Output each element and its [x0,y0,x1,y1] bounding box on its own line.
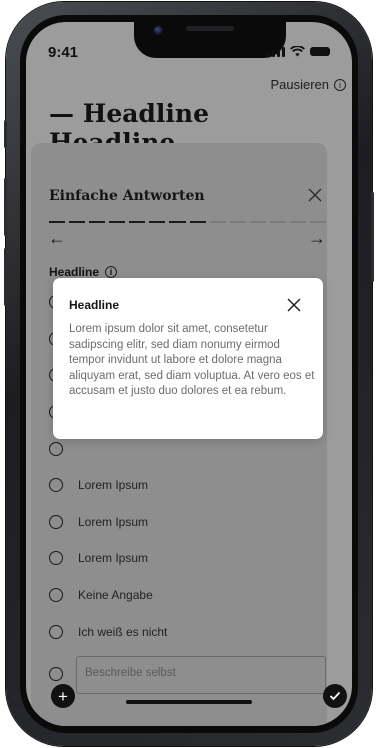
battery-icon [310,47,330,56]
close-icon[interactable] [306,186,324,204]
progress-segment [229,221,246,223]
progress-segment [109,221,126,223]
progress-segment [129,221,146,223]
popup-body: Lorem ipsum dolor sit amet, consetetur s… [69,323,315,397]
progress-segment [189,221,206,223]
done-button[interactable] [323,684,347,708]
describe-input[interactable]: Beschreibe selbst [76,656,326,694]
power-button [371,192,374,282]
radio-hidden-5[interactable] [49,442,63,456]
progress-segment [209,221,226,223]
progress-segment [269,221,286,223]
info-icon: i [334,78,346,91]
radio-button[interactable] [49,478,63,492]
progress-segment [149,221,166,223]
progress-segment [169,221,186,223]
status-icons [267,46,330,57]
option-label: Lorem Ipsum [78,478,149,492]
list-item-option[interactable]: Lorem Ipsum [49,515,148,529]
forward-arrow-icon[interactable]: → [308,228,326,249]
progress-segment [89,221,106,223]
volume-down-button [4,248,7,306]
camera-icon [154,26,163,35]
popup-title: Headline [69,298,120,312]
screen: 9:41 Pausieren i — Headline Headline Ein… [26,22,352,726]
list-item-option[interactable]: Ich weiß es nicht [49,625,167,639]
info-icon[interactable]: i [105,266,118,278]
option-label: Keine Angabe [78,588,153,602]
question-title: Einfache Antworten [49,188,205,204]
list-item-option[interactable]: Keine Angabe [49,588,153,602]
info-popup: Headline Lorem ipsum dolor sit amet, con… [53,278,323,439]
volume-up-button [4,178,7,236]
speaker [186,26,234,31]
radio-button[interactable] [49,551,63,565]
back-arrow-icon[interactable]: ← [48,228,66,249]
notch [134,22,286,58]
question-headline: Headline i [49,265,118,279]
phone-frame: 9:41 Pausieren i — Headline Headline Ein… [4,2,374,746]
option-label: Ich weiß es nicht [78,625,168,639]
plus-icon: + [58,686,68,706]
home-indicator[interactable] [126,700,252,704]
pause-label: Pausieren [270,77,329,92]
progress-segment [310,221,327,223]
radio-describe[interactable] [49,667,63,681]
status-time: 9:41 [48,44,79,61]
radio-button[interactable] [49,588,63,602]
progress-bar [49,221,327,223]
progress-segment [69,221,86,223]
mute-switch [4,120,7,148]
add-button[interactable]: + [51,684,75,708]
pause-button[interactable]: Pausieren i [270,77,346,92]
progress-segment [249,221,266,223]
radio-button[interactable] [49,515,63,529]
question-headline-label: Headline [49,265,100,279]
close-icon[interactable] [287,298,301,312]
option-label: Lorem Ipsum [78,551,149,565]
radio-button[interactable] [49,625,63,639]
wifi-icon [290,46,305,57]
signal-icon [267,46,285,57]
option-label: Lorem Ipsum [78,515,149,529]
check-icon [329,691,341,701]
progress-segment [289,221,307,223]
list-item-option[interactable]: Lorem Ipsum [49,551,148,565]
progress-segment [49,221,66,223]
list-item-option[interactable]: Lorem Ipsum [49,478,148,492]
